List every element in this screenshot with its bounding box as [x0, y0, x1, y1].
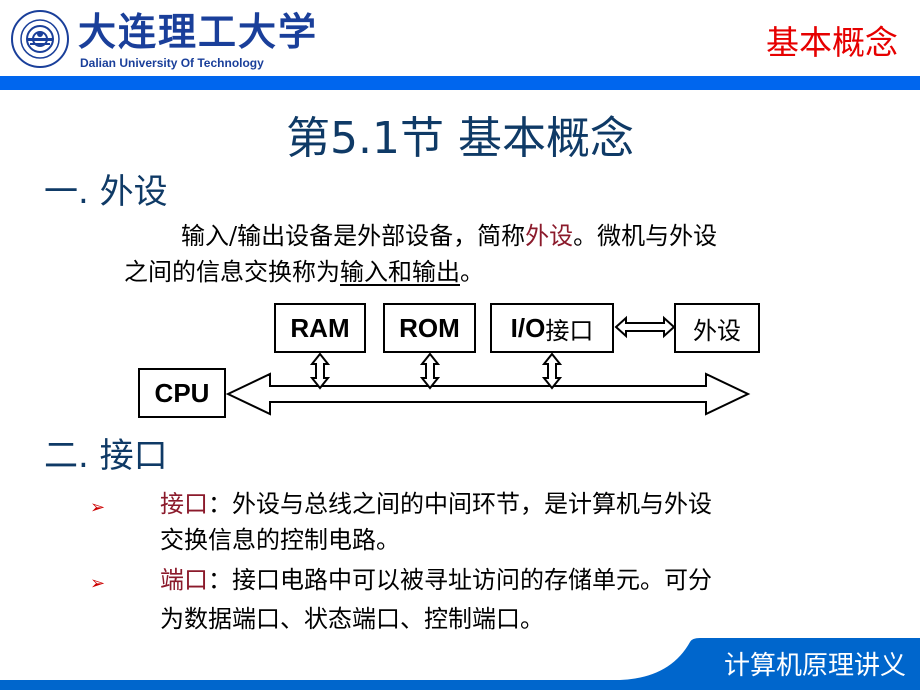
cpu-box: CPU: [138, 368, 226, 418]
bullet-interface-line-2: 交换信息的控制电路。: [160, 526, 400, 554]
bullet-text: ：外设与总线之间的中间环节，是计算机与外设: [208, 490, 712, 518]
section-heading-peripherals: 一. 外设: [44, 172, 168, 212]
rom-box: ROM: [383, 303, 476, 353]
header-topic: 基本概念: [766, 23, 898, 62]
io-label: I/O: [510, 312, 546, 343]
system-bus-arrow: [225, 372, 751, 416]
paragraph-line-1: 输入/输出设备是外部设备，简称外设。微机与外设: [181, 218, 717, 254]
footer-course-label: 计算机原理讲义: [723, 651, 906, 681]
slide-title: 第5.1节 基本概念: [286, 113, 634, 164]
paragraph-text: 输入/输出设备是外部设备，简称: [181, 222, 526, 250]
arrowhead-bullet-icon: ➢: [90, 497, 106, 518]
io-interface-box: I/O 接口: [490, 303, 614, 353]
section-heading-interface: 二. 接口: [44, 436, 168, 476]
io-peripheral-arrow: [614, 315, 676, 339]
underlined-term-io: 输入和输出: [340, 258, 460, 286]
bullet-interface-line-1: 接口：外设与总线之间的中间环节，是计算机与外设: [160, 486, 712, 522]
term-port: 端口: [160, 566, 208, 594]
peripheral-box: 外设: [674, 303, 760, 353]
paragraph-text: 。: [460, 258, 484, 286]
university-name-cn: 大连理工大学: [78, 9, 319, 54]
highlight-term-peripheral: 外设: [525, 222, 574, 250]
ram-bus-arrow: [309, 352, 331, 390]
header-divider-bar: [0, 76, 920, 90]
rom-bus-arrow: [419, 352, 441, 390]
university-name-en: Dalian University Of Technology: [80, 56, 264, 70]
bullet-text: ：接口电路中可以被寻址访问的存储单元。可分: [208, 566, 712, 594]
term-interface: 接口: [160, 490, 208, 518]
paragraph-text: 。微机与外设: [573, 222, 718, 250]
ram-box: RAM: [274, 303, 366, 353]
bullet-port-line-1: 端口：接口电路中可以被寻址访问的存储单元。可分: [160, 562, 712, 598]
io-bus-arrow: [541, 352, 563, 390]
arrowhead-bullet-icon: ➢: [90, 573, 106, 594]
paragraph-line-2: 之间的信息交换称为输入和输出。: [124, 254, 484, 290]
paragraph-text: 之间的信息交换称为: [124, 258, 340, 286]
university-seal-logo: [11, 10, 69, 68]
interface-label: 接口: [545, 316, 594, 345]
